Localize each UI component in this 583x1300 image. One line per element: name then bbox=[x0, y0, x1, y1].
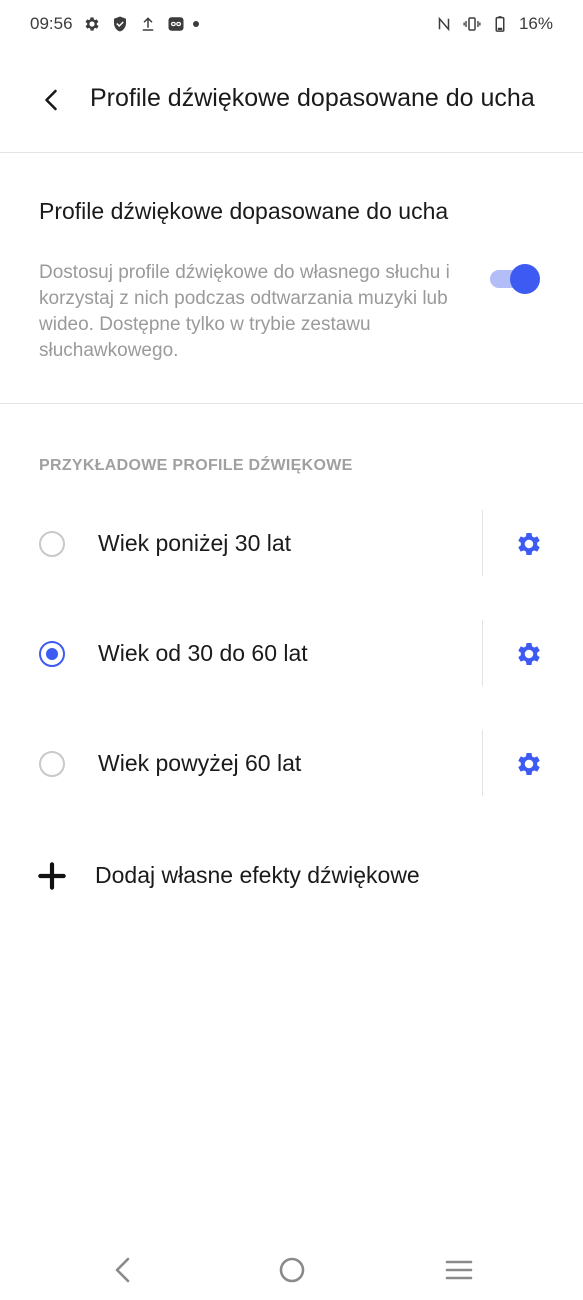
screen: 09:56 16% Profile dźwiękowe dopasowane d… bbox=[0, 0, 583, 1300]
vertical-divider bbox=[482, 620, 483, 686]
battery-level: 16% bbox=[518, 14, 553, 33]
page-title: Profile dźwiękowe dopasowane do ucha bbox=[90, 84, 535, 112]
system-nav-bar bbox=[0, 1240, 583, 1300]
shield-icon bbox=[111, 15, 129, 33]
nav-home-button[interactable] bbox=[270, 1250, 314, 1290]
gear-icon bbox=[518, 753, 540, 775]
status-time: 09:56 bbox=[30, 14, 73, 33]
radio-button-selected[interactable] bbox=[39, 641, 65, 667]
profile-option-30-to-60[interactable]: Wiek od 30 do 60 lat bbox=[0, 610, 583, 700]
app-bar: Profile dźwiękowe dopasowane do ucha bbox=[0, 60, 583, 140]
nav-menu-button[interactable] bbox=[437, 1250, 481, 1290]
option-label: Wiek od 30 do 60 lat bbox=[98, 640, 308, 666]
status-bar-right: 16% bbox=[435, 14, 553, 34]
plus-icon bbox=[38, 862, 66, 890]
vibrate-icon bbox=[463, 15, 481, 33]
add-custom-effects-button[interactable]: Dodaj własne efekty dźwiękowe bbox=[0, 840, 583, 910]
option-label: Wiek powyżej 60 lat bbox=[98, 750, 302, 776]
settings-icon bbox=[83, 15, 101, 33]
home-nav-icon bbox=[279, 1257, 305, 1283]
gear-icon bbox=[518, 643, 540, 665]
status-bar: 09:56 16% bbox=[0, 0, 583, 48]
toggle-title: Profile dźwiękowe dopasowane do ucha bbox=[39, 198, 449, 224]
gear-icon bbox=[518, 533, 540, 555]
section-divider bbox=[0, 403, 583, 404]
link-app-icon bbox=[167, 15, 185, 33]
status-bar-left: 09:56 bbox=[30, 14, 199, 34]
profile-option-under-30[interactable]: Wiek poniżej 30 lat bbox=[0, 500, 583, 590]
option-label: Wiek poniżej 30 lat bbox=[98, 530, 292, 556]
vertical-divider bbox=[482, 730, 483, 796]
upload-icon bbox=[139, 15, 157, 33]
section-header: PRZYKŁADOWE PROFILE DŹWIĘKOWE bbox=[39, 457, 353, 474]
battery-icon bbox=[491, 15, 509, 33]
radio-button[interactable] bbox=[39, 531, 65, 557]
nfc-icon bbox=[435, 15, 453, 33]
ear-profile-switch[interactable] bbox=[490, 264, 542, 294]
back-arrow-icon bbox=[45, 89, 57, 111]
menu-nav-icon bbox=[445, 1260, 473, 1280]
profile-option-over-60[interactable]: Wiek powyżej 60 lat bbox=[0, 720, 583, 810]
switch-thumb bbox=[510, 264, 540, 294]
radio-button[interactable] bbox=[39, 751, 65, 777]
vertical-divider bbox=[482, 510, 483, 576]
profile-settings-button[interactable] bbox=[510, 525, 548, 563]
add-custom-effects-label: Dodaj własne efekty dźwiękowe bbox=[95, 862, 420, 888]
profile-settings-button[interactable] bbox=[510, 635, 548, 673]
notification-dot bbox=[192, 21, 199, 27]
header-divider bbox=[0, 152, 583, 153]
nav-back-button[interactable] bbox=[101, 1250, 145, 1290]
back-button[interactable] bbox=[30, 78, 74, 122]
ear-profile-toggle-row[interactable]: Profile dźwiękowe dopasowane do ucha Dos… bbox=[0, 180, 583, 400]
toggle-description: Dostosuj profile dźwiękowe do własnego s… bbox=[39, 262, 450, 361]
profile-settings-button[interactable] bbox=[510, 745, 548, 783]
back-nav-icon bbox=[115, 1257, 130, 1283]
